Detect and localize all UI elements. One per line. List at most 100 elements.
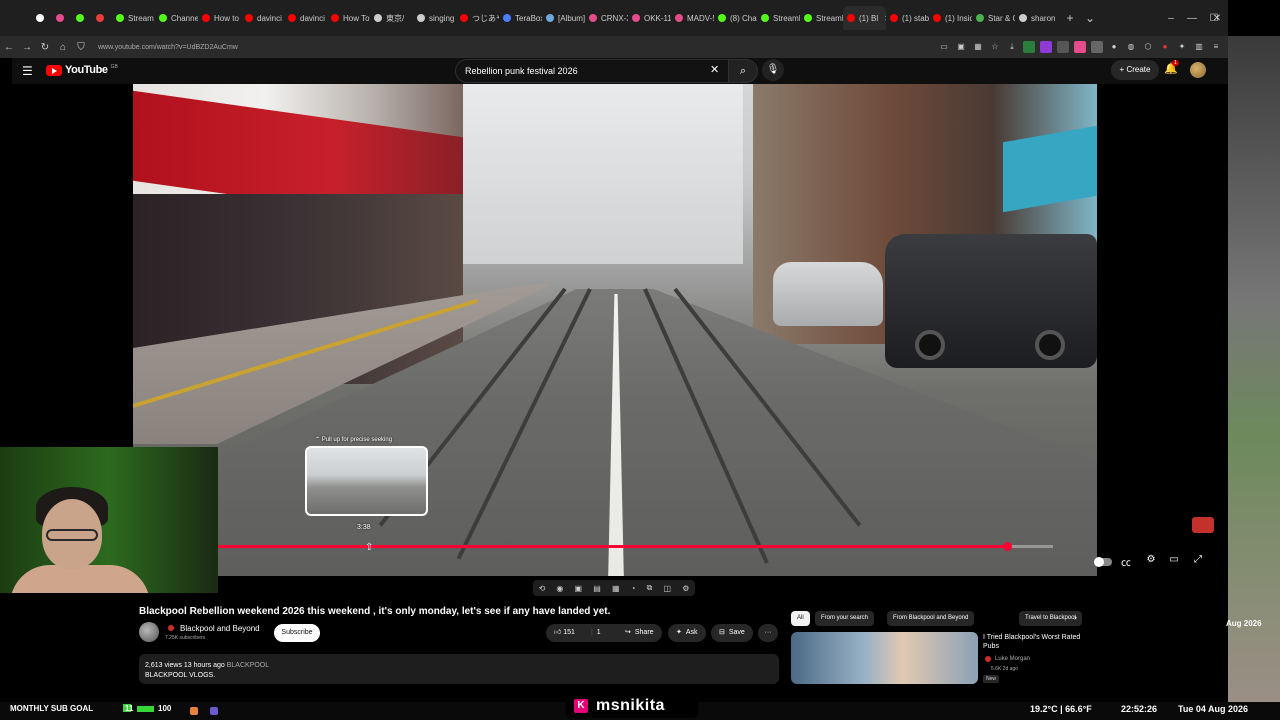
settings-gear-icon[interactable]: ⚙ xyxy=(1142,554,1160,565)
create-button[interactable]: + Create xyxy=(1111,60,1159,80)
extension-settings-icon[interactable]: ⚙ xyxy=(682,584,689,593)
url-field[interactable]: www.youtube.com/watch?v=UdBZD2AuCmw xyxy=(98,44,238,51)
browser-tab[interactable]: Star & C xyxy=(972,6,1015,30)
browser-tab[interactable]: singing xyxy=(413,6,456,30)
channel-avatar[interactable] xyxy=(139,622,159,642)
popout-icon[interactable]: ⧉ xyxy=(647,583,653,593)
fullscreen-icon[interactable]: ⤢ xyxy=(1189,554,1207,565)
home-icon[interactable]: ⌂ xyxy=(54,42,72,53)
reload-icon[interactable]: ↻ xyxy=(36,42,54,53)
extension-icon-e[interactable] xyxy=(1091,41,1103,53)
filter-chip[interactable]: From your search xyxy=(815,611,875,626)
video-frame[interactable] xyxy=(133,84,1097,576)
channel-watermark-icon[interactable] xyxy=(1192,517,1214,533)
extension-icon-h[interactable]: ⬡ xyxy=(1142,41,1154,53)
extension-icon-c[interactable] xyxy=(1057,41,1069,53)
audio-icon[interactable]: ◉ xyxy=(556,584,563,593)
autoplay-toggle[interactable] xyxy=(1094,557,1112,567)
camera-icon[interactable]: ◫ xyxy=(663,584,671,593)
window-minimize-button[interactable]: – xyxy=(1160,0,1182,36)
browser-tab[interactable]: StreamE xyxy=(800,6,843,30)
browser-tab[interactable]: sharon g xyxy=(1015,6,1058,30)
browser-tab[interactable]: davinci xyxy=(241,6,284,30)
close-window-button[interactable]: ✕ xyxy=(1206,0,1228,36)
voice-search-button[interactable]: 🎙 xyxy=(762,59,784,81)
more-actions-button[interactable]: ··· xyxy=(758,624,778,642)
browser-tab[interactable] xyxy=(32,6,52,30)
clip-icon[interactable]: ▤ xyxy=(593,584,601,593)
loop-icon[interactable]: ⟲ xyxy=(539,584,546,593)
puzzle-icon[interactable]: ✦ xyxy=(1176,41,1188,53)
recommendation-title[interactable]: I Tried Blackpool's Worst Rated Pubs xyxy=(983,633,1083,651)
download-icon[interactable]: ⤓ xyxy=(1006,41,1018,53)
browser-tab[interactable]: TeraBox xyxy=(499,6,542,30)
browser-tab[interactable]: (1) Insid xyxy=(929,6,972,30)
cinema-icon[interactable]: ▦ xyxy=(612,584,620,593)
browser-tab[interactable] xyxy=(72,6,92,30)
ask-button[interactable]: ✦ Ask xyxy=(668,624,706,642)
location-hashtag[interactable]: BLACKPOOL xyxy=(227,662,269,669)
browser-tab[interactable]: 東京/ xyxy=(370,6,413,30)
progress-bar[interactable] xyxy=(218,542,1053,551)
browser-tab[interactable]: Channel xyxy=(155,6,198,30)
screenshot-icon[interactable]: ▣ xyxy=(955,41,967,53)
extension-icon-d[interactable] xyxy=(1074,41,1086,53)
theater-mode-icon[interactable]: ▭ xyxy=(1165,554,1183,565)
recommendation-thumbnail[interactable] xyxy=(791,632,978,684)
browser-tab[interactable]: How to xyxy=(198,6,241,30)
picture-in-picture-icon[interactable]: ▣ xyxy=(575,584,583,593)
clear-search-icon[interactable]: ✕ xyxy=(710,63,719,76)
hamburger-menu-icon[interactable]: ☰ xyxy=(22,64,33,78)
back-icon[interactable]: ← xyxy=(0,42,18,53)
browser-tab[interactable]: Stream xyxy=(112,6,155,30)
filter-chip[interactable]: From Blackpool and Beyond xyxy=(887,611,975,626)
captions-icon[interactable]: ㏄ xyxy=(1117,554,1135,569)
taskbar-app-icon[interactable] xyxy=(190,707,198,715)
account-avatar[interactable] xyxy=(1190,62,1206,78)
install-app-icon[interactable]: ▭ xyxy=(938,41,950,53)
description-box[interactable] xyxy=(139,654,779,684)
speed-icon[interactable]: ◔ xyxy=(631,584,636,593)
share-button[interactable]: ↪ Share xyxy=(617,624,662,642)
search-input[interactable]: Rebellion punk festival 2026 xyxy=(455,59,740,83)
browser-tab[interactable]: OKK-11 xyxy=(628,6,671,30)
sidebar-icon[interactable]: ▥ xyxy=(1193,41,1205,53)
extension-icon-g[interactable]: ◍ xyxy=(1125,41,1137,53)
minimize-icon[interactable]: — xyxy=(1181,0,1203,36)
browser-tab[interactable] xyxy=(92,6,112,30)
new-tab-icon[interactable]: + xyxy=(1062,11,1078,25)
search-button[interactable]: ⌕ xyxy=(728,59,758,83)
browser-tab[interactable]: (1) stabl xyxy=(886,6,929,30)
forward-icon[interactable]: → xyxy=(18,42,36,53)
site-info-icon[interactable]: ⛉ xyxy=(72,42,90,53)
browser-tab[interactable]: CRNX-3 xyxy=(585,6,628,30)
taskbar-app-icon[interactable] xyxy=(210,707,218,715)
browser-tab[interactable]: davinci xyxy=(284,6,327,30)
extensions-grid-icon[interactable]: ▦ xyxy=(972,41,984,53)
like-button[interactable]: 👍︎ 151 xyxy=(546,624,575,642)
youtube-logo[interactable]: YouTube GB xyxy=(46,64,118,76)
browser-tab[interactable]: [Album] xyxy=(542,6,585,30)
chips-next-arrow-icon[interactable]: › xyxy=(1074,612,1077,622)
menu-icon[interactable]: ≡ xyxy=(1210,41,1222,53)
filter-chip[interactable]: Travel to Blackpool xyxy=(1019,611,1082,626)
browser-tab[interactable]: つじあや xyxy=(456,6,499,30)
dislike-button[interactable]: 1 xyxy=(597,624,601,642)
tab-list-chevron-icon[interactable]: ⌄ xyxy=(1082,11,1098,25)
save-button[interactable]: ⊟ Save xyxy=(711,624,753,642)
extension-icon-i[interactable]: ● xyxy=(1159,41,1171,53)
extension-icon-f[interactable]: ● xyxy=(1108,41,1120,53)
browser-tab[interactable] xyxy=(52,6,72,30)
browser-tab[interactable]: (8) Chat xyxy=(714,6,757,30)
browser-tab[interactable]: MADV-5 xyxy=(671,6,714,30)
browser-tab[interactable]: StreamE xyxy=(757,6,800,30)
subscribe-button[interactable]: Subscribe xyxy=(274,624,320,642)
filter-chip[interactable]: All xyxy=(791,611,810,626)
extension-icon-a[interactable] xyxy=(1023,41,1035,53)
extension-icon-b[interactable] xyxy=(1040,41,1052,53)
browser-tab[interactable]: (1) Bl✕ xyxy=(843,6,886,30)
bookmark-icon[interactable]: ☆ xyxy=(989,41,1001,53)
browser-tab[interactable]: How To xyxy=(327,6,370,30)
channel-name[interactable]: Blackpool and Beyond xyxy=(180,624,260,633)
progress-scrubber-handle[interactable] xyxy=(1003,542,1013,551)
